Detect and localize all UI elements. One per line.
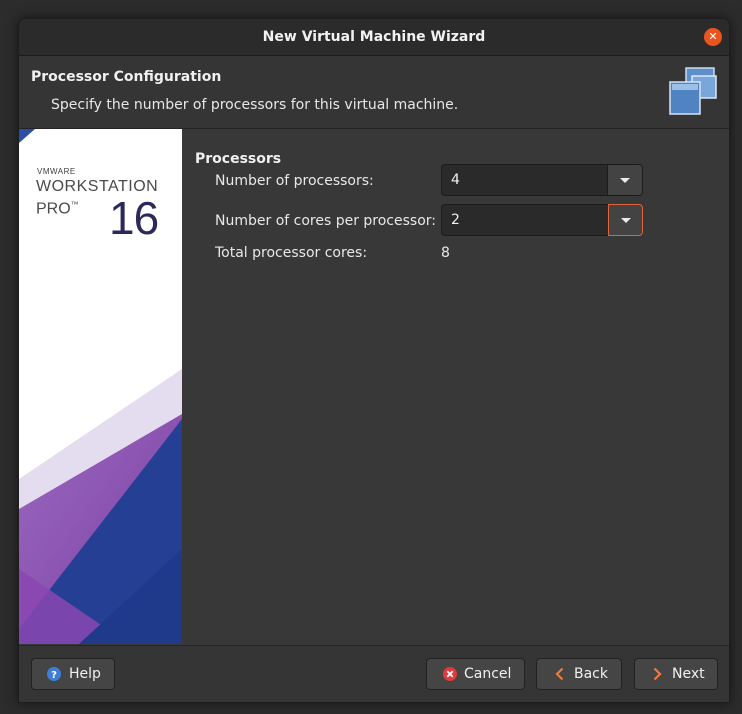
- cores-per-processor-label: Number of cores per processor:: [215, 213, 436, 229]
- page-subtitle: Specify the number of processors for thi…: [51, 97, 459, 113]
- page-title: Processor Configuration: [31, 69, 222, 85]
- close-icon: ✕: [708, 30, 718, 43]
- cancel-icon: [443, 667, 457, 681]
- next-button[interactable]: Next: [634, 658, 718, 690]
- product-edition: PRO™: [36, 200, 79, 218]
- back-button[interactable]: Back: [536, 658, 622, 690]
- svg-text:?: ?: [51, 670, 57, 681]
- total-cores-label: Total processor cores:: [215, 245, 368, 261]
- next-label: Next: [672, 666, 705, 682]
- num-processors-label: Number of processors:: [215, 173, 374, 189]
- help-button[interactable]: ? Help: [31, 658, 115, 690]
- window-title: New Virtual Machine Wizard: [262, 29, 486, 45]
- vm-stack-icon: [669, 67, 717, 115]
- dropdown-arrow-button[interactable]: [608, 204, 643, 236]
- wizard-window: New Virtual Machine Wizard ✕ Processor C…: [18, 18, 730, 703]
- product-version: 16: [109, 192, 159, 244]
- brand-small: VMWARE: [37, 167, 76, 176]
- help-label: Help: [69, 666, 101, 682]
- section-title: Processors: [195, 151, 282, 167]
- num-processors-value: 4: [451, 172, 460, 188]
- cancel-label: Cancel: [464, 666, 512, 682]
- processor-settings: Processors Number of processors: 4 Numbe…: [182, 129, 729, 644]
- num-processors-dropdown[interactable]: 4: [441, 164, 643, 196]
- wizard-header: Processor Configuration Specify the numb…: [19, 56, 729, 129]
- cores-per-processor-dropdown[interactable]: 2: [441, 204, 643, 236]
- dropdown-arrow-icon: [620, 178, 630, 183]
- back-chevron-icon: [555, 667, 564, 681]
- cancel-button[interactable]: Cancel: [426, 658, 525, 690]
- total-cores-value: 8: [441, 245, 450, 261]
- help-icon: ?: [47, 667, 61, 681]
- edition-text: PRO: [36, 200, 71, 218]
- cores-per-processor-value: 2: [451, 212, 460, 228]
- dropdown-arrow-icon: [621, 218, 631, 223]
- next-chevron-icon: [653, 667, 662, 681]
- title-bar: New Virtual Machine Wizard ✕: [19, 19, 729, 56]
- close-button[interactable]: ✕: [704, 28, 722, 46]
- wizard-footer: ? Help Cancel Back Next: [19, 645, 729, 702]
- dropdown-arrow-button[interactable]: [607, 165, 642, 195]
- product-banner: VMWARE WORKSTATION PRO™ 16: [19, 129, 182, 644]
- back-label: Back: [574, 666, 608, 682]
- trademark-mark: ™: [70, 200, 79, 209]
